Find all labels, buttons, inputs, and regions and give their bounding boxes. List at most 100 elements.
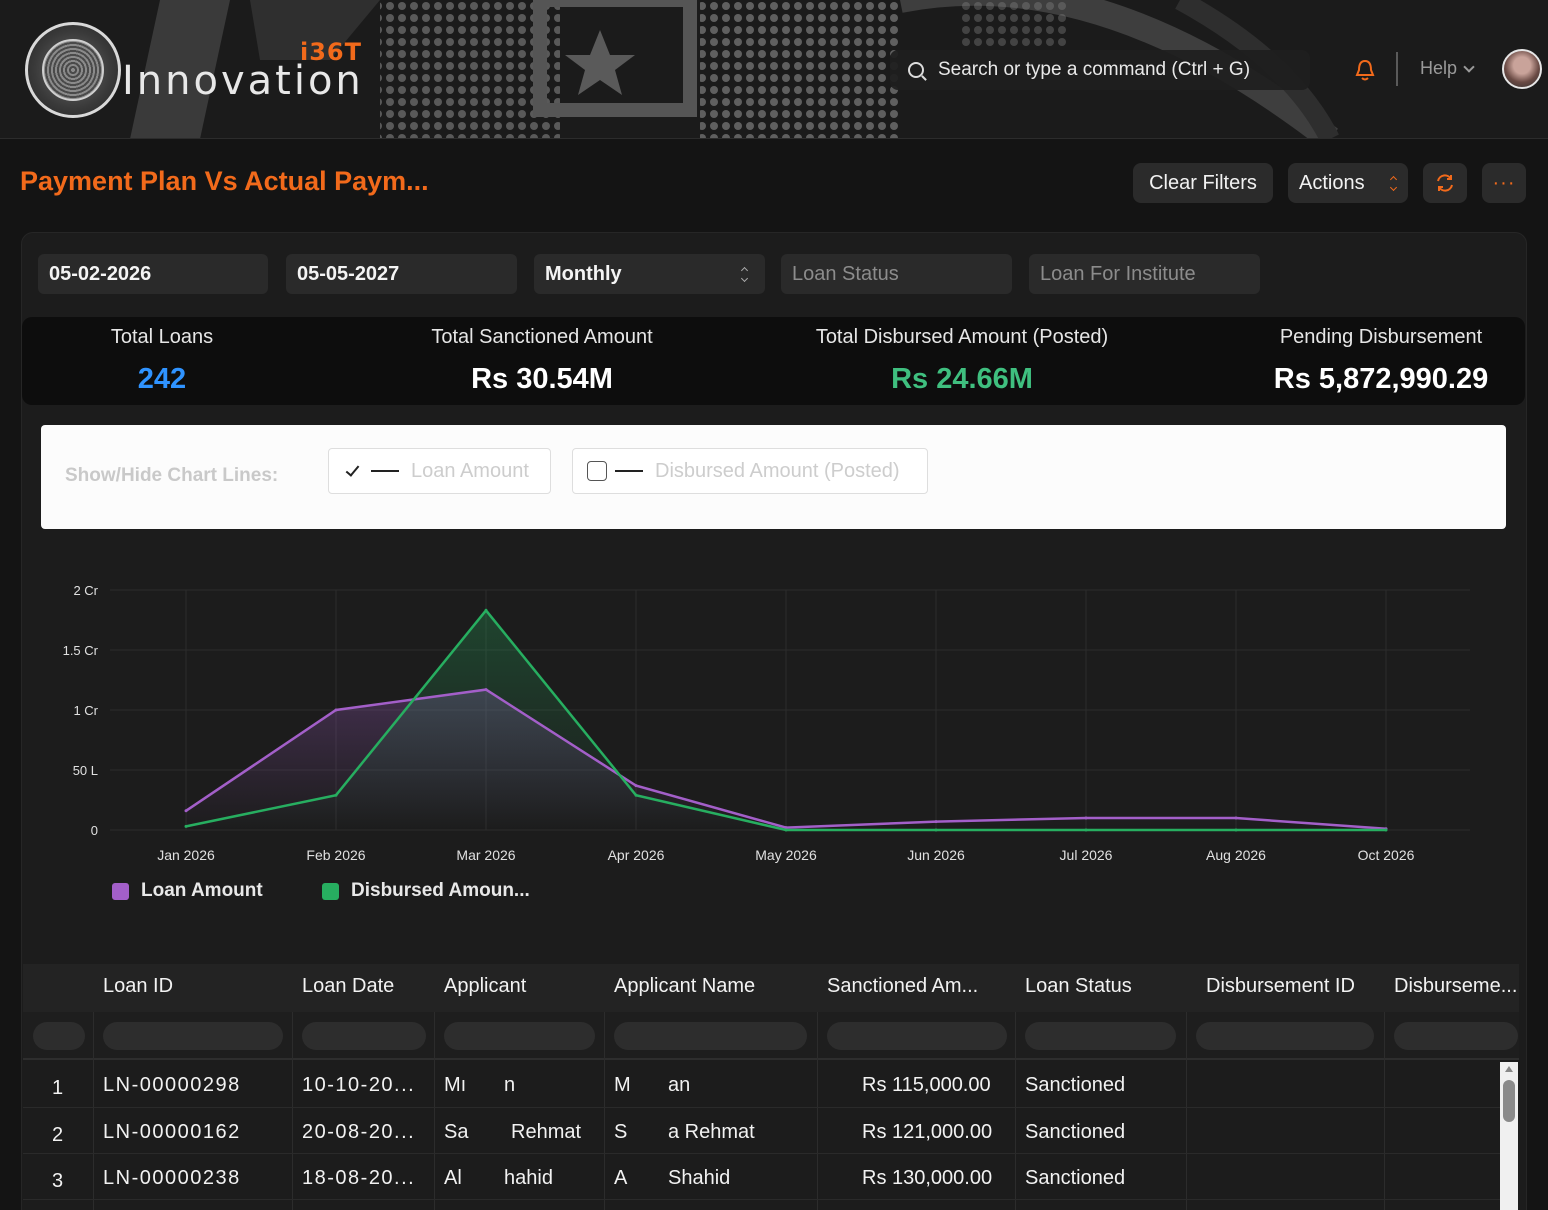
from-date-field[interactable]: 05-02-2026 [38,254,268,294]
data-point [634,784,638,788]
loan-institute-filter[interactable]: Loan For Institute [1029,254,1260,294]
kpi-value: Rs 5,872,990.29 [1273,363,1489,395]
kpi-label: Total Loans [110,326,214,348]
search-placeholder: Search or type a command (Ctrl + G) [938,59,1251,80]
loan-date-cell: 10-10-20... [302,1074,416,1096]
data-point [184,824,188,828]
column-header-loan-date[interactable]: Loan Date [302,975,394,998]
applicant-name-cell-tail: an [668,1074,691,1096]
refresh-icon [1437,174,1453,192]
kpi-total-sanctioned: Total Sanctioned Amount Rs 30.54M [412,317,672,396]
refresh-button[interactable] [1423,163,1467,203]
checkbox-unchecked-icon[interactable] [587,461,607,481]
x-tick-label: Jun 2026 [907,847,965,863]
actions-button[interactable]: Actions [1288,163,1408,203]
toggle-loan-amount[interactable]: Loan Amount [328,448,551,494]
data-point [1084,828,1088,832]
help-label: Help [1420,58,1458,78]
avatar[interactable] [1502,49,1542,89]
applicant-name-filter[interactable] [614,1022,807,1050]
data-point [1084,816,1088,820]
column-header-loan-status[interactable]: Loan Status [1025,975,1132,998]
legend-label: Disbursed Amoun... [351,880,530,901]
loan-status-filter[interactable]: Loan Status [781,254,1012,294]
search-icon [908,62,924,78]
period-select[interactable]: Monthly [534,254,765,294]
applicant-name-cell: M [614,1074,631,1096]
kpi-value: 242 [137,363,187,395]
loan-status-cell: Sanctioned [1025,1167,1126,1189]
row-number: 2 [52,1124,64,1146]
applicant-cell: Sa [444,1121,469,1143]
applicant-cell: Mı [444,1074,467,1096]
sanctioned-amount-filter[interactable] [827,1022,1007,1050]
kpi-summary: Total Loans 242 Total Sanctioned Amount … [22,317,1525,405]
table-row[interactable] [23,1154,1501,1200]
table-row[interactable] [23,1062,1501,1108]
legend-swatch [322,882,339,900]
x-tick-label: May 2026 [755,847,817,863]
to-date-field[interactable]: 05-05-2027 [286,254,517,294]
legend-loan-amount[interactable]: Loan Amount [112,880,263,902]
kpi-label: Total Disbursed Amount (Posted) [815,326,1109,348]
kpi-value: Rs 30.54M [471,363,613,395]
kpi-value: Rs 24.66M [891,363,1033,395]
data-point [784,828,788,832]
column-header-applicant-name[interactable]: Applicant Name [614,975,755,998]
chevron-down-icon [1463,60,1475,73]
applicant-filter[interactable] [444,1022,595,1050]
applicant-cell-tail: Rehmat [511,1121,582,1143]
loan-id-cell[interactable]: LN-00000238 [103,1167,241,1190]
company-seal-logo [25,22,121,118]
data-point [634,793,638,797]
loan-id-cell[interactable]: LN-00000298 [103,1074,241,1097]
more-options-button[interactable]: ··· [1482,163,1526,203]
logo-badge: i36T [300,38,362,66]
data-point [484,688,488,692]
header-divider [1396,52,1398,86]
column-header-sanctioned-amount[interactable]: Sanctioned Am... [827,975,978,998]
applicant-name-cell-tail: Shahid [668,1167,731,1189]
column-header-disbursement-id[interactable]: Disbursement ID [1206,975,1355,998]
column-header-applicant[interactable]: Applicant [444,975,526,998]
loan-id-filter[interactable] [103,1022,283,1050]
toggle-panel-label: Show/Hide Chart Lines: [65,465,279,486]
loan-date-filter[interactable] [302,1022,426,1050]
scrollbar-thumb[interactable] [1503,1080,1515,1122]
disbursement-id-filter[interactable] [1196,1022,1374,1050]
toggle-label: Loan Amount [411,459,529,482]
data-point [184,809,188,813]
column-header-loan-id[interactable]: Loan ID [103,975,173,998]
sanctioned-amount-cell: Rs 115,000.00 [862,1074,991,1096]
x-tick-label: Oct 2026 [1358,847,1415,863]
legend-swatch [112,882,129,900]
loan-status-column-filter[interactable] [1025,1022,1176,1050]
y-tick-label: 2 Cr [73,583,98,598]
table-row[interactable] [23,1108,1501,1154]
row-number: 1 [52,1077,64,1099]
sanctioned-amount-cell: Rs 130,000.00 [862,1167,993,1189]
scroll-up-arrow-icon[interactable] [1505,1066,1513,1072]
kpi-pending-disbursement: Pending Disbursement Rs 5,872,990.29 [1252,317,1510,396]
checkbox-checked-icon[interactable] [343,461,363,481]
loan-id-cell[interactable]: LN-00000162 [103,1121,241,1144]
applicant-cell: Al [444,1167,462,1189]
row-number-filter[interactable] [33,1022,85,1050]
toggle-disbursed-amount[interactable]: Disbursed Amount (Posted) [572,448,928,494]
page-title: Payment Plan Vs Actual Paym... [20,166,429,196]
disbursement-filter[interactable] [1394,1022,1518,1050]
sanctioned-amount-cell: Rs 121,000.00 [862,1121,993,1143]
clear-filters-button[interactable]: Clear Filters [1133,163,1273,203]
line-chart: 0 50 L 1 Cr 1.5 Cr 2 Cr Jan 2026 Feb 2026 Mar 2… [63,583,1470,863]
bell-icon[interactable] [1354,58,1376,82]
legend-disbursed-amount[interactable]: Disbursed Amoun... [322,880,530,902]
command-search[interactable]: Search or type a command (Ctrl + G) [890,50,1310,90]
column-header-disbursement[interactable]: Disburseme... [1394,975,1517,998]
data-point [1384,828,1388,832]
applicant-name-cell: S [614,1121,628,1143]
loan-status-cell: Sanctioned [1025,1121,1126,1143]
loan-date-cell: 20-08-20... [302,1121,416,1143]
actions-label: Actions [1299,171,1365,194]
help-menu[interactable]: Help [1420,58,1475,79]
kpi-total-loans: Total Loans 242 [82,317,242,396]
